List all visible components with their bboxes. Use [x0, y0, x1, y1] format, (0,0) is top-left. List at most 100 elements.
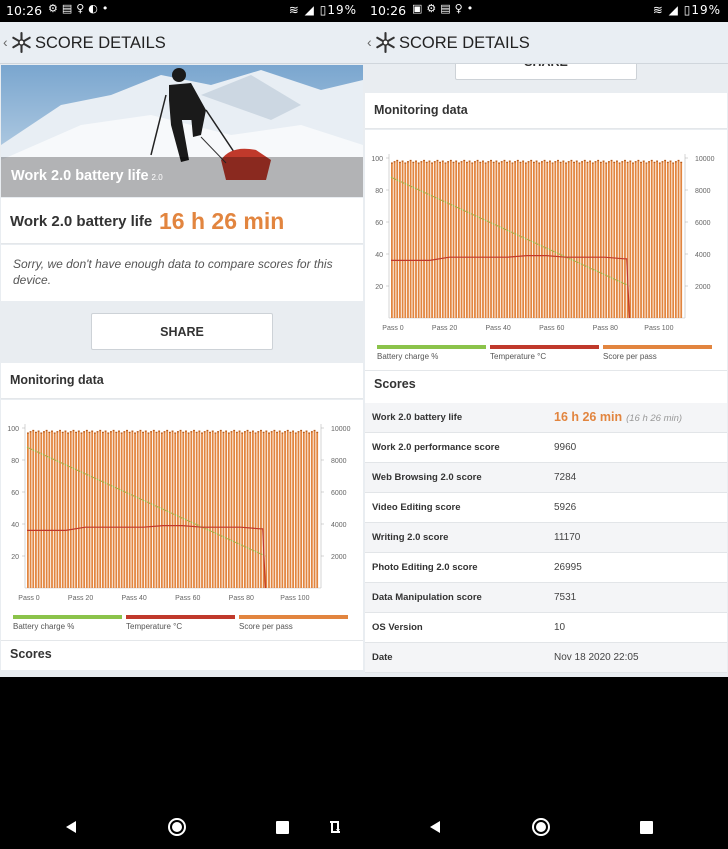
score-bar-top [99, 429, 102, 432]
score-bar-top [613, 161, 616, 164]
score-bar [511, 162, 514, 318]
score-value: Nov 18 2020 22:05 [554, 652, 639, 663]
score-bar [305, 430, 308, 588]
back-icon[interactable]: ‹ [3, 34, 8, 50]
score-bar [286, 429, 289, 588]
score-bar-top [674, 161, 677, 163]
score-bar-top [599, 161, 602, 164]
score-bar-top [482, 160, 484, 162]
score-bar [570, 159, 573, 318]
home-nav-icon[interactable] [531, 817, 551, 837]
score-bar-top [166, 429, 169, 432]
score-bar-top [29, 431, 32, 433]
score-bar-top [203, 431, 206, 433]
score-bar-top [565, 162, 567, 164]
score-bar-top [230, 431, 233, 433]
share-button[interactable]: SHARE [91, 313, 273, 350]
score-bar-top [666, 161, 669, 164]
score-bar-top [56, 431, 59, 433]
score-value: 26995 [554, 562, 582, 573]
score-value-secondary: (16 h 26 min) [626, 413, 683, 424]
score-bar-top [460, 161, 463, 163]
score-bar [479, 161, 482, 318]
score-value: 11170 [554, 532, 581, 543]
score-bar-top [59, 429, 61, 432]
score-bar-top [80, 432, 83, 434]
score-bar [91, 430, 94, 588]
score-bar [492, 161, 495, 318]
score-bar [674, 161, 677, 318]
score-bar [227, 432, 230, 588]
recents-nav-icon[interactable] [640, 821, 653, 834]
score-bar-top [404, 162, 407, 164]
home-nav-icon[interactable] [167, 817, 187, 837]
score-bar [557, 159, 559, 318]
score-bar [602, 160, 605, 318]
score-bar-top [409, 159, 412, 162]
score-bar-top [198, 430, 201, 432]
score-bar-top [128, 431, 131, 434]
legend-label: Temperature °C [126, 622, 182, 631]
score-bar-top [209, 431, 211, 434]
score-bar-top [115, 431, 118, 434]
score-bar [449, 159, 452, 318]
monitoring-header: Monitoring data [365, 93, 727, 129]
score-bar-top [252, 430, 254, 432]
scores-title: Scores [374, 377, 416, 391]
score-bar-top [32, 429, 35, 432]
score-bar [393, 161, 396, 318]
score-bar-top [179, 429, 182, 432]
score-bar [211, 430, 214, 588]
score-bar-top [43, 431, 45, 433]
score-bar [621, 161, 624, 318]
score-bar-top [308, 432, 311, 434]
score-bar-top [152, 429, 155, 432]
score-bar-top [305, 430, 308, 432]
score-bar [88, 431, 91, 588]
score-bar [610, 159, 613, 318]
score-bar [37, 430, 40, 588]
score-bar [530, 159, 533, 318]
score-label: Web Browsing 2.0 score [372, 472, 482, 483]
back-icon[interactable]: ‹ [367, 34, 372, 50]
recents-nav-icon[interactable] [276, 821, 289, 834]
score-bar [618, 162, 621, 318]
score-bar [632, 162, 634, 318]
score-bar-top [393, 161, 396, 163]
score-bar [174, 432, 177, 588]
score-bar [300, 429, 303, 588]
score-bar [447, 161, 450, 318]
score-bar-top [551, 162, 554, 164]
score-bar [433, 161, 436, 318]
status-right: ≋ ◢ ▯19% [289, 3, 357, 17]
score-row: OS Version 10 [365, 613, 727, 643]
score-bar [75, 431, 77, 588]
y-left-tick-label: 60 [375, 220, 383, 227]
score-bar-top [219, 429, 222, 432]
x-tick-label: Pass 80 [593, 325, 618, 332]
monitoring-chart-card: 100 80 60 40 20 10000 8000 6000 4000 2000 Pass 0 Pa… [365, 130, 727, 370]
legend-swatch [13, 615, 122, 619]
score-bar [136, 431, 139, 588]
app-bar-overlay: ‹ SCORE DETAILS [364, 22, 728, 64]
back-nav-icon[interactable] [428, 820, 442, 834]
score-bar [235, 431, 238, 588]
score-bar-top [492, 161, 495, 164]
score-bar [134, 432, 136, 588]
score-bar-top [573, 161, 575, 164]
score-bar [629, 160, 632, 318]
score-bar-top [425, 161, 428, 164]
score-bar [546, 161, 549, 318]
score-bar [589, 160, 592, 318]
score-bar-top [45, 429, 48, 432]
score-row: Work 2.0 performance score 9960 [365, 433, 727, 463]
x-tick-label: Pass 20 [432, 325, 457, 332]
score-bar [233, 429, 236, 588]
score-bar-top [110, 431, 112, 433]
back-nav-icon[interactable] [64, 820, 78, 834]
score-bar [77, 430, 80, 588]
score-bar [27, 432, 29, 588]
score-bar [634, 161, 637, 318]
score-bar [190, 431, 193, 588]
rotate-icon[interactable] [327, 819, 343, 835]
